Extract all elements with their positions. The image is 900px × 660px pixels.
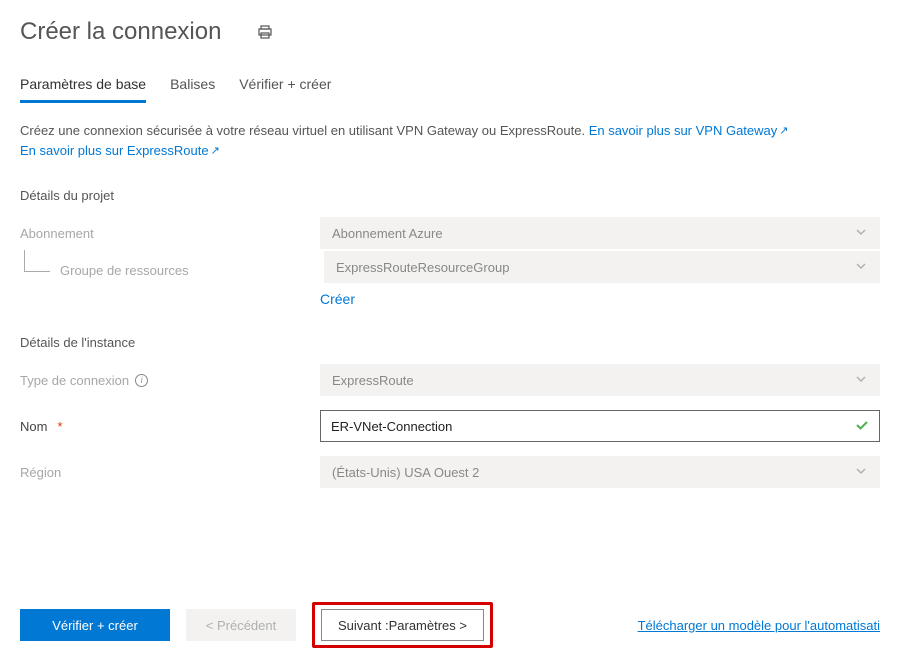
select-region-value: (États-Unis) USA Ouest 2 bbox=[332, 465, 479, 480]
page-title: Créer la connexion bbox=[20, 18, 221, 46]
chevron-down-icon bbox=[854, 225, 868, 242]
tab-review[interactable]: Vérifier + créer bbox=[239, 76, 331, 103]
chevron-down-icon bbox=[854, 372, 868, 389]
info-icon[interactable]: i bbox=[135, 374, 148, 387]
tab-tags[interactable]: Balises bbox=[170, 76, 215, 103]
tab-basics[interactable]: Paramètres de base bbox=[20, 76, 146, 103]
next-button-highlight: Suivant :Paramètres > bbox=[312, 602, 493, 648]
external-link-icon: ↗ bbox=[211, 145, 220, 157]
select-resource-group[interactable]: ExpressRouteResourceGroup bbox=[324, 251, 880, 283]
select-region[interactable]: (États-Unis) USA Ouest 2 bbox=[320, 456, 880, 488]
tabs: Paramètres de base Balises Vérifier + cr… bbox=[0, 46, 900, 103]
section-project-details: Détails du projet bbox=[0, 160, 900, 203]
label-connection-type: Type de connexion i bbox=[20, 373, 310, 388]
review-create-button[interactable]: Vérifier + créer bbox=[20, 609, 170, 641]
download-template-link[interactable]: Télécharger un modèle pour l'automatisat… bbox=[638, 618, 880, 633]
print-icon[interactable] bbox=[257, 24, 273, 40]
chevron-down-icon bbox=[854, 259, 868, 276]
required-marker: * bbox=[57, 419, 62, 434]
label-region: Région bbox=[20, 465, 310, 480]
chevron-down-icon bbox=[854, 464, 868, 481]
previous-button: < Précédent bbox=[186, 609, 296, 641]
select-subscription-value: Abonnement Azure bbox=[332, 226, 443, 241]
input-name-value: ER-VNet-Connection bbox=[331, 419, 452, 434]
description-body: Créez une connexion sécurisée à votre ré… bbox=[20, 123, 589, 138]
label-subscription: Abonnement bbox=[20, 226, 310, 241]
label-name: Nom* bbox=[20, 419, 310, 434]
section-instance-details: Détails de l'instance bbox=[0, 307, 900, 350]
create-new-rg-link[interactable]: Créer bbox=[320, 291, 355, 307]
select-connection-type[interactable]: ExpressRoute bbox=[320, 364, 880, 396]
description-text: Créez une connexion sécurisée à votre ré… bbox=[0, 103, 900, 160]
external-link-icon: ↗ bbox=[779, 125, 788, 137]
select-connection-type-value: ExpressRoute bbox=[332, 373, 414, 388]
footer: Vérifier + créer < Précédent Suivant :Pa… bbox=[0, 602, 900, 648]
check-icon bbox=[855, 418, 869, 435]
vpn-gateway-link[interactable]: En savoir plus sur VPN Gateway↗ bbox=[589, 123, 789, 138]
indent-connector bbox=[24, 250, 50, 272]
select-resource-group-value: ExpressRouteResourceGroup bbox=[336, 260, 509, 275]
next-button[interactable]: Suivant :Paramètres > bbox=[321, 609, 484, 641]
label-resource-group: Groupe de ressources bbox=[60, 257, 314, 278]
select-subscription[interactable]: Abonnement Azure bbox=[320, 217, 880, 249]
input-name[interactable]: ER-VNet-Connection bbox=[320, 410, 880, 442]
expressroute-link[interactable]: En savoir plus sur ExpressRoute↗ bbox=[20, 143, 220, 158]
